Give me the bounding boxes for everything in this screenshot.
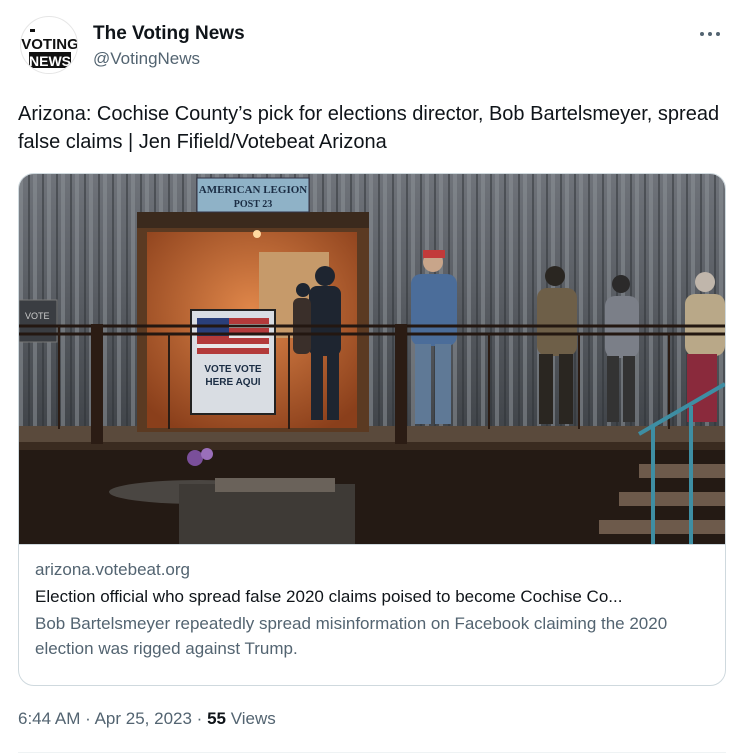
logo-word-news: NEWS bbox=[29, 53, 71, 69]
tweet-header: VOTING NEWS The Voting News @VotingNews bbox=[20, 16, 724, 80]
logo-word-voting: VOTING bbox=[21, 36, 78, 53]
tweet-meta: 6:44 AM · Apr 25, 2023 · 55 Views bbox=[18, 708, 276, 730]
more-horizontal-icon[interactable] bbox=[698, 24, 722, 44]
meta-separator: · bbox=[85, 709, 91, 728]
display-name[interactable]: The Voting News bbox=[93, 22, 245, 46]
card-image[interactable]: AMERICAN LEGION POST 23 VOTE VOTE VOTE H… bbox=[19, 174, 725, 544]
card-meta[interactable]: arizona.votebeat.org Election official w… bbox=[19, 544, 725, 685]
legion-sign-line1: AMERICAN LEGION bbox=[199, 184, 308, 196]
link-card[interactable]: AMERICAN LEGION POST 23 VOTE VOTE VOTE H… bbox=[18, 173, 726, 686]
divider bbox=[18, 752, 726, 753]
tweet-time[interactable]: 6:44 AM bbox=[18, 709, 80, 728]
voting-news-logo: VOTING NEWS bbox=[21, 18, 78, 73]
avatar[interactable]: VOTING NEWS bbox=[20, 16, 78, 74]
card-domain[interactable]: arizona.votebeat.org bbox=[35, 559, 709, 581]
tweet-text: Arizona: Cochise County’s pick for elect… bbox=[18, 103, 720, 153]
vote-sign-line1: VOTE VOTE bbox=[204, 364, 262, 375]
side-sign-text: VOTE bbox=[25, 311, 50, 321]
legion-sign-line2: POST 23 bbox=[234, 199, 272, 210]
author-names: The Voting News @VotingNews bbox=[93, 22, 245, 70]
user-handle[interactable]: @VotingNews bbox=[93, 48, 245, 70]
views-label[interactable]: Views bbox=[231, 709, 276, 728]
card-title[interactable]: Election official who spread false 2020 … bbox=[35, 586, 709, 608]
card-description[interactable]: Bob Bartelsmeyer repeatedly spread misin… bbox=[35, 611, 709, 661]
vote-sign-line2: HERE AQUI bbox=[205, 377, 260, 388]
meta-separator-2: · bbox=[196, 709, 203, 728]
views-count[interactable]: 55 bbox=[207, 709, 226, 728]
tweet-date[interactable]: Apr 25, 2023 bbox=[95, 709, 192, 728]
